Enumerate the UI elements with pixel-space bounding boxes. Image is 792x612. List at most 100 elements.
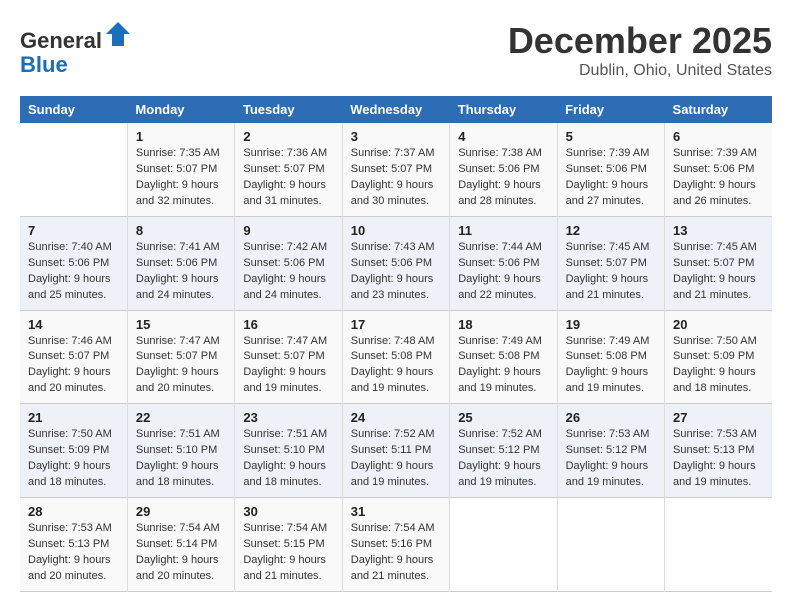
day-info: Sunrise: 7:39 AM Sunset: 5:06 PM Dayligh… [673, 146, 764, 210]
calendar-day-cell: 30Sunrise: 7:54 AM Sunset: 5:15 PM Dayli… [235, 498, 342, 592]
calendar-day-cell [557, 498, 664, 592]
day-number: 31 [351, 504, 441, 519]
day-info: Sunrise: 7:50 AM Sunset: 5:09 PM Dayligh… [28, 427, 119, 491]
weekday-header-cell: Monday [127, 96, 234, 123]
day-info: Sunrise: 7:52 AM Sunset: 5:12 PM Dayligh… [458, 427, 548, 491]
day-number: 27 [673, 410, 764, 425]
calendar-day-cell [20, 123, 127, 216]
calendar-week-row: 14Sunrise: 7:46 AM Sunset: 5:07 PM Dayli… [20, 310, 772, 404]
day-number: 8 [136, 223, 226, 238]
day-number: 6 [673, 129, 764, 144]
day-number: 16 [243, 317, 333, 332]
day-number: 24 [351, 410, 441, 425]
calendar-table: SundayMondayTuesdayWednesdayThursdayFrid… [20, 96, 772, 592]
weekday-header-cell: Friday [557, 96, 664, 123]
calendar-day-cell: 22 Sunrise: 7:51 AM Sunset: 5:10 PM Dayli… [127, 404, 234, 498]
calendar-day-cell: 11 Sunrise: 7:44 AM Sunset: 5:06 PM Dayli… [450, 216, 557, 310]
logo-icon [104, 20, 132, 48]
day-info: Sunrise: 7:49 AM Sunset: 5:08 PM Dayligh… [458, 334, 548, 398]
day-info: Sunrise: 7:50 AM Sunset: 5:09 PM Dayligh… [673, 334, 764, 398]
day-info: Sunrise: 7:43 AM Sunset: 5:06 PM Dayligh… [351, 240, 441, 304]
calendar-day-cell: 7 Sunrise: 7:40 AM Sunset: 5:06 PM Daylig… [20, 216, 127, 310]
logo: General Blue [20, 20, 132, 77]
day-number: 5 [566, 129, 656, 144]
day-info: Sunrise: 7:51 AM Sunset: 5:10 PM Dayligh… [136, 427, 226, 491]
calendar-day-cell: 31 Sunrise: 7:54 AM Sunset: 5:16 PM Dayli… [342, 498, 449, 592]
calendar-day-cell: 23 Sunrise: 7:51 AM Sunset: 5:10 PM Dayli… [235, 404, 342, 498]
calendar-week-row: 21 Sunrise: 7:50 AM Sunset: 5:09 PM Dayli… [20, 404, 772, 498]
calendar-day-cell: 12 Sunrise: 7:45 AM Sunset: 5:07 PM Dayli… [557, 216, 664, 310]
day-info: Sunrise: 7:48 AM Sunset: 5:08 PM Dayligh… [351, 334, 441, 398]
weekday-header-cell: Tuesday [235, 96, 342, 123]
day-info: Sunrise: 7:42 AM Sunset: 5:06 PM Dayligh… [243, 240, 333, 304]
day-number: 15 [136, 317, 226, 332]
day-info: Sunrise: 7:35 AM Sunset: 5:07 PM Dayligh… [136, 146, 226, 210]
day-number: 3 [351, 129, 441, 144]
day-number: 12 [566, 223, 656, 238]
day-info: Sunrise: 7:45 AM Sunset: 5:07 PM Dayligh… [566, 240, 656, 304]
calendar-day-cell: 27Sunrise: 7:53 AM Sunset: 5:13 PM Dayli… [665, 404, 772, 498]
location-subtitle: Dublin, Ohio, United States [508, 62, 772, 80]
calendar-day-cell: 26Sunrise: 7:53 AM Sunset: 5:12 PM Dayli… [557, 404, 664, 498]
day-info: Sunrise: 7:47 AM Sunset: 5:07 PM Dayligh… [243, 334, 333, 398]
day-info: Sunrise: 7:44 AM Sunset: 5:06 PM Dayligh… [458, 240, 548, 304]
weekday-header-cell: Sunday [20, 96, 127, 123]
day-info: Sunrise: 7:38 AM Sunset: 5:06 PM Dayligh… [458, 146, 548, 210]
day-info: Sunrise: 7:40 AM Sunset: 5:06 PM Dayligh… [28, 240, 119, 304]
day-number: 1 [136, 129, 226, 144]
calendar-day-cell: 2 Sunrise: 7:36 AM Sunset: 5:07 PM Daylig… [235, 123, 342, 216]
calendar-day-cell [450, 498, 557, 592]
calendar-day-cell: 20 Sunrise: 7:50 AM Sunset: 5:09 PM Dayli… [665, 310, 772, 404]
day-number: 11 [458, 223, 548, 238]
day-number: 29 [136, 504, 226, 519]
logo-blue: Blue [20, 52, 68, 77]
calendar-day-cell: 16 Sunrise: 7:47 AM Sunset: 5:07 PM Dayli… [235, 310, 342, 404]
day-info: Sunrise: 7:46 AM Sunset: 5:07 PM Dayligh… [28, 334, 119, 398]
day-number: 7 [28, 223, 119, 238]
day-number: 28 [28, 504, 119, 519]
calendar-day-cell: 25Sunrise: 7:52 AM Sunset: 5:12 PM Dayli… [450, 404, 557, 498]
day-info: Sunrise: 7:41 AM Sunset: 5:06 PM Dayligh… [136, 240, 226, 304]
logo-general: General [20, 28, 102, 53]
day-number: 18 [458, 317, 548, 332]
weekday-header-cell: Saturday [665, 96, 772, 123]
day-info: Sunrise: 7:36 AM Sunset: 5:07 PM Dayligh… [243, 146, 333, 210]
day-info: Sunrise: 7:45 AM Sunset: 5:07 PM Dayligh… [673, 240, 764, 304]
calendar-day-cell: 29 Sunrise: 7:54 AM Sunset: 5:14 PM Dayli… [127, 498, 234, 592]
calendar-day-cell: 9Sunrise: 7:42 AM Sunset: 5:06 PM Daylig… [235, 216, 342, 310]
weekday-header-cell: Wednesday [342, 96, 449, 123]
day-info: Sunrise: 7:49 AM Sunset: 5:08 PM Dayligh… [566, 334, 656, 398]
calendar-day-cell: 1 Sunrise: 7:35 AM Sunset: 5:07 PM Daylig… [127, 123, 234, 216]
calendar-day-cell: 5 Sunrise: 7:39 AM Sunset: 5:06 PM Daylig… [557, 123, 664, 216]
calendar-day-cell: 19 Sunrise: 7:49 AM Sunset: 5:08 PM Dayli… [557, 310, 664, 404]
day-number: 30 [243, 504, 333, 519]
day-number: 2 [243, 129, 333, 144]
day-number: 23 [243, 410, 333, 425]
calendar-day-cell: 8 Sunrise: 7:41 AM Sunset: 5:06 PM Daylig… [127, 216, 234, 310]
day-number: 21 [28, 410, 119, 425]
day-number: 22 [136, 410, 226, 425]
calendar-day-cell: 28 Sunrise: 7:53 AM Sunset: 5:13 PM Dayli… [20, 498, 127, 592]
day-info: Sunrise: 7:54 AM Sunset: 5:16 PM Dayligh… [351, 521, 441, 585]
day-number: 10 [351, 223, 441, 238]
weekday-header-cell: Thursday [450, 96, 557, 123]
day-number: 17 [351, 317, 441, 332]
calendar-week-row: 7 Sunrise: 7:40 AM Sunset: 5:06 PM Daylig… [20, 216, 772, 310]
calendar-day-cell: 21 Sunrise: 7:50 AM Sunset: 5:09 PM Dayli… [20, 404, 127, 498]
day-number: 20 [673, 317, 764, 332]
day-info: Sunrise: 7:54 AM Sunset: 5:14 PM Dayligh… [136, 521, 226, 585]
calendar-day-cell: 13Sunrise: 7:45 AM Sunset: 5:07 PM Dayli… [665, 216, 772, 310]
page-header: General Blue December 2025 Dublin, Ohio,… [20, 20, 772, 80]
calendar-day-cell: 3Sunrise: 7:37 AM Sunset: 5:07 PM Daylig… [342, 123, 449, 216]
calendar-day-cell: 24Sunrise: 7:52 AM Sunset: 5:11 PM Dayli… [342, 404, 449, 498]
calendar-body: 1 Sunrise: 7:35 AM Sunset: 5:07 PM Daylig… [20, 123, 772, 591]
weekday-header-row: SundayMondayTuesdayWednesdayThursdayFrid… [20, 96, 772, 123]
day-info: Sunrise: 7:47 AM Sunset: 5:07 PM Dayligh… [136, 334, 226, 398]
day-info: Sunrise: 7:53 AM Sunset: 5:13 PM Dayligh… [28, 521, 119, 585]
day-info: Sunrise: 7:39 AM Sunset: 5:06 PM Dayligh… [566, 146, 656, 210]
day-number: 19 [566, 317, 656, 332]
day-info: Sunrise: 7:53 AM Sunset: 5:12 PM Dayligh… [566, 427, 656, 491]
day-info: Sunrise: 7:51 AM Sunset: 5:10 PM Dayligh… [243, 427, 333, 491]
calendar-day-cell: 15 Sunrise: 7:47 AM Sunset: 5:07 PM Dayli… [127, 310, 234, 404]
calendar-day-cell: 10 Sunrise: 7:43 AM Sunset: 5:06 PM Dayli… [342, 216, 449, 310]
